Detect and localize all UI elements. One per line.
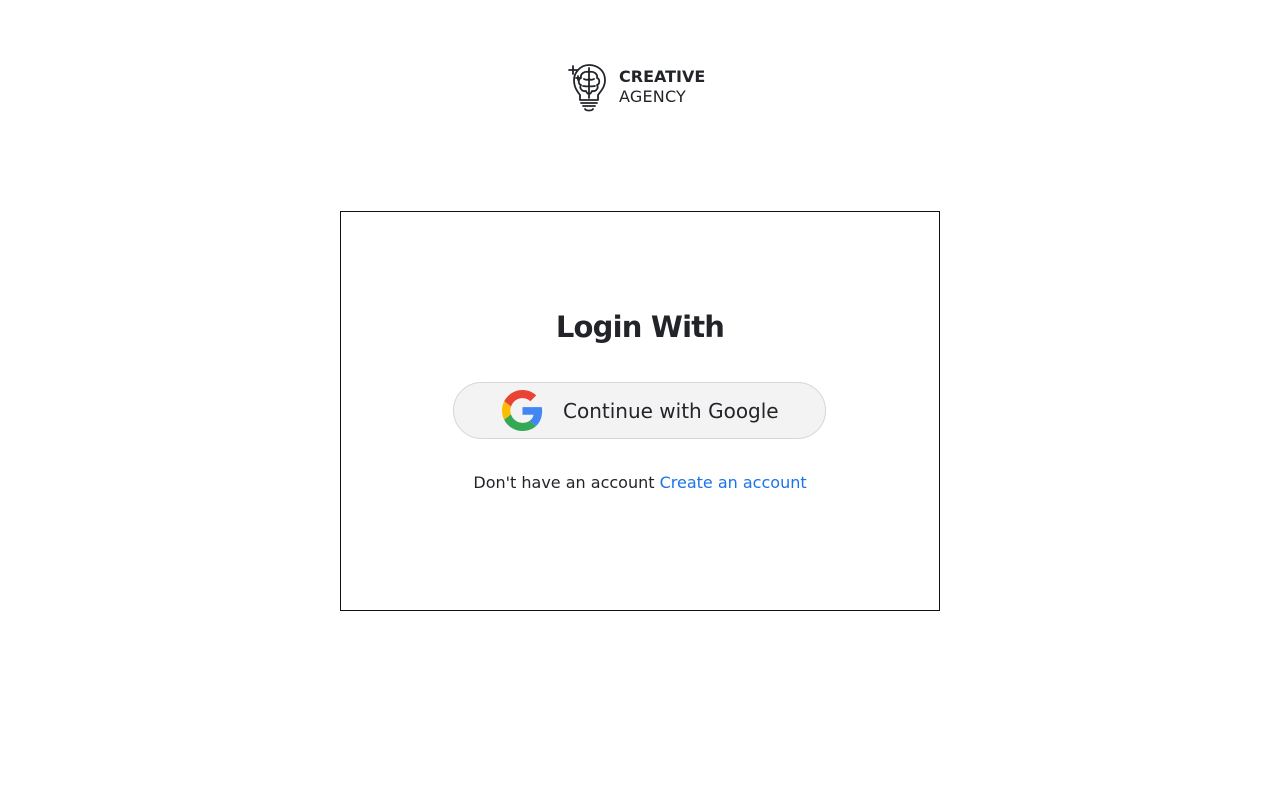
login-title: Login With xyxy=(555,310,725,344)
brand-name: CREATIVE AGENCY xyxy=(619,67,705,107)
login-page: CREATIVE AGENCY Login With Continue with… xyxy=(0,0,1280,800)
brand-name-line1: CREATIVE xyxy=(619,67,706,86)
login-card: Login With Continue with Google Don't ha… xyxy=(340,211,940,611)
brand-logo[interactable]: CREATIVE AGENCY xyxy=(567,62,713,112)
continue-with-google-label: Continue with Google xyxy=(563,399,779,423)
google-g-icon xyxy=(502,390,543,431)
brain-bulb-logo-icon xyxy=(568,64,606,112)
brand-name-line2: AGENCY xyxy=(619,87,687,106)
signup-prompt: Don't have an account xyxy=(473,473,660,492)
signup-row: Don't have an account Create an account xyxy=(341,472,939,494)
continue-with-google-button[interactable]: Continue with Google xyxy=(453,382,826,439)
create-account-link[interactable]: Create an account xyxy=(660,473,807,492)
